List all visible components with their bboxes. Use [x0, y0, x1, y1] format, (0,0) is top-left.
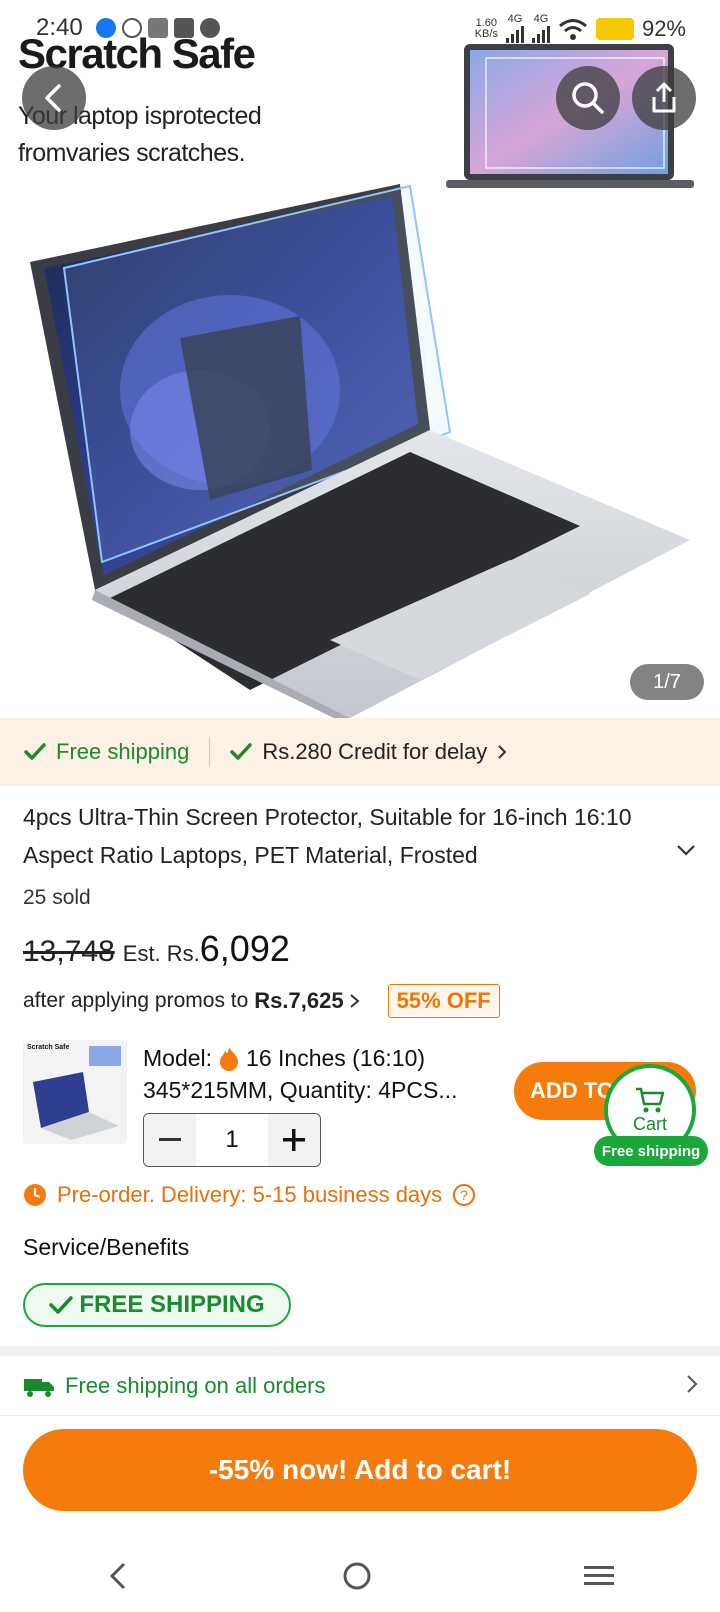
preorder-text: Pre-order. Delivery: 5-15 business days	[57, 1182, 443, 1207]
nav-home-icon[interactable]	[342, 1561, 372, 1591]
discount-badge: 55% OFF	[387, 984, 500, 1018]
check-icon	[230, 743, 253, 760]
clock-icon	[24, 1184, 46, 1206]
battery-icon	[595, 17, 634, 40]
network-speed-value: 1.60	[475, 16, 498, 29]
plus-icon	[283, 1129, 305, 1151]
increase-button[interactable]	[268, 1114, 320, 1166]
cart-icon	[636, 1087, 665, 1112]
model-thumbnail[interactable]: Scratch Safe	[23, 1040, 127, 1144]
network-speed-unit: KB/s	[474, 27, 498, 40]
model-value-line-2: 345*215MM, Quantity: 4PCS...	[143, 1077, 458, 1103]
chevron-right-icon	[349, 994, 360, 1008]
delay-credit-label: Rs.280 Credit for delay	[262, 739, 488, 764]
svg-text:?: ?	[460, 1187, 468, 1203]
chevron-left-icon	[45, 84, 61, 112]
back-button[interactable]	[22, 66, 86, 130]
share-icon	[652, 82, 676, 113]
nav-back-icon[interactable]	[106, 1561, 130, 1591]
price-row: 13,748 Est. Rs. 6,092	[23, 928, 290, 970]
signal-2: 4G	[531, 13, 550, 43]
all-orders-label: Free shipping on all orders	[65, 1372, 326, 1398]
divider	[209, 737, 211, 767]
network-speed: 1.60 KB/s	[474, 16, 498, 40]
check-icon	[24, 743, 46, 760]
minus-icon	[159, 1138, 181, 1141]
promo-text: after applying promos to	[23, 989, 249, 1012]
signal-1: 4G	[505, 13, 524, 43]
vivo-icon	[174, 18, 194, 38]
free-shipping-tag: Free shipping	[24, 739, 189, 765]
check-icon	[49, 1296, 74, 1314]
model-label: Model:	[143, 1045, 213, 1071]
image-counter: 1/7	[630, 664, 704, 700]
search-button[interactable]	[556, 66, 620, 130]
shipping-strip[interactable]: Free shipping Rs.280 Credit for delay	[0, 718, 720, 786]
quantity-value[interactable]: 1	[196, 1126, 268, 1154]
est-label: Est. Rs.	[122, 941, 200, 966]
original-price: 13,748	[23, 935, 115, 968]
chevron-right-icon	[687, 1375, 698, 1393]
sale-price: 6,092	[199, 928, 290, 969]
thumbnail-laptop-image	[33, 1046, 121, 1140]
facebook-icon	[200, 18, 220, 38]
whatsapp-icon	[122, 18, 142, 38]
cart-free-shipping-badge: Free shipping	[594, 1136, 708, 1166]
nav-menu-icon[interactable]	[584, 1564, 614, 1588]
section-divider	[0, 1346, 720, 1356]
tagline-line-2: fromvaries scratches.	[18, 139, 246, 167]
system-nav-bar	[0, 1540, 720, 1612]
cart-label: Cart	[632, 1113, 667, 1134]
promo-row[interactable]: after applying promos to Rs.7,625 55% OF…	[23, 984, 500, 1018]
sold-count: 25 sold	[23, 886, 91, 909]
notification-icons	[96, 18, 220, 38]
share-button[interactable]	[632, 66, 696, 130]
signal-bars-icon	[531, 25, 550, 43]
help-icon[interactable]: ?	[452, 1183, 476, 1207]
service-heading: Service/Benefits	[23, 1234, 190, 1260]
fire-icon	[220, 1047, 239, 1071]
product-image-carousel[interactable]: Scratch Safe Your laptop isprotected fro…	[0, 0, 720, 718]
free-shipping-badge: FREE SHIPPING	[23, 1283, 291, 1327]
title-fade	[540, 838, 640, 876]
preorder-info: Pre-order. Delivery: 5-15 business days …	[23, 1182, 476, 1208]
model-value-line-1: 16 Inches (16:10)	[246, 1045, 426, 1071]
signal-bars-icon	[505, 25, 524, 43]
missed-call-icon	[148, 18, 168, 38]
facebook-icon	[96, 18, 116, 38]
decrease-button[interactable]	[144, 1114, 196, 1166]
search-icon	[572, 82, 604, 114]
free-shipping-badge-label: FREE SHIPPING	[79, 1291, 265, 1318]
status-time: 2:40	[36, 14, 83, 41]
promo-price: Rs.7,625	[254, 988, 344, 1013]
free-shipping-all-orders-row[interactable]: Free shipping on all orders	[0, 1356, 720, 1416]
battery-percent: 92%	[641, 15, 686, 41]
add-to-cart-cta[interactable]: -55% now! Add to cart!	[23, 1429, 697, 1511]
thumbnail-brand: Scratch Safe	[27, 1044, 70, 1051]
delay-credit-link[interactable]: Rs.280 Credit for delay	[230, 739, 507, 765]
wifi-icon	[558, 18, 587, 40]
network-type-1: 4G	[507, 13, 523, 25]
network-type-2: 4G	[533, 13, 549, 25]
quantity-stepper: 1	[143, 1113, 321, 1167]
model-selection[interactable]: Model: 16 Inches (16:10) 345*215MM, Quan…	[143, 1042, 503, 1106]
status-bar: 2:40 1.60 KB/s 4G 4G 92%	[0, 0, 720, 58]
chevron-right-icon	[498, 745, 507, 759]
expand-title-button[interactable]	[676, 844, 696, 858]
truck-icon	[24, 1378, 54, 1397]
free-shipping-label: Free shipping	[56, 739, 190, 764]
